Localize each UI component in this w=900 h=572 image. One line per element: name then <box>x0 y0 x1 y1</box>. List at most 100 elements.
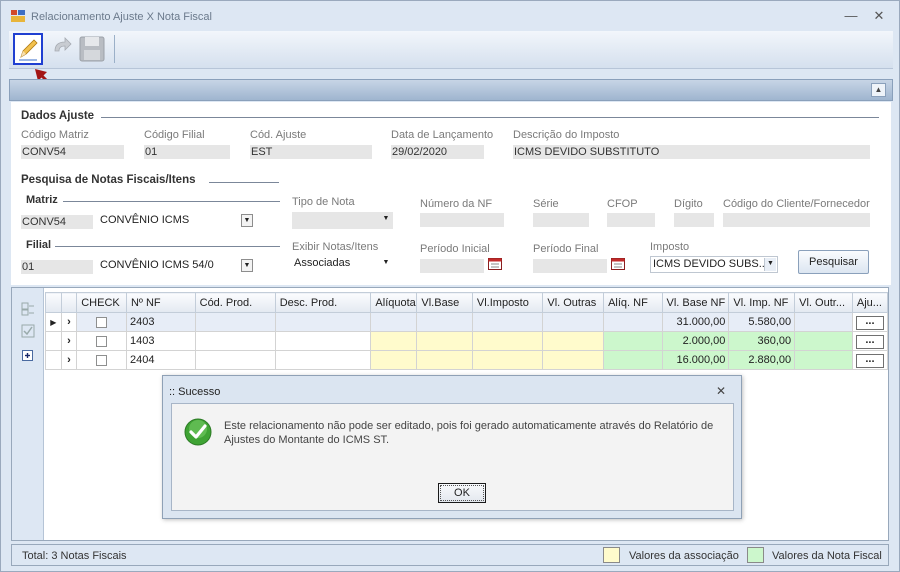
chevron-down-icon[interactable]: ▼ <box>380 257 392 270</box>
chevron-down-icon[interactable]: ▼ <box>241 259 253 272</box>
check-cell[interactable] <box>76 312 127 332</box>
status-bar: Total: 3 Notas Fiscais Valores da associ… <box>11 544 889 566</box>
row-checkbox[interactable] <box>96 335 108 347</box>
imposto-combo[interactable]: ICMS DEVIDO SUBS... ▼ <box>650 256 778 273</box>
col-aliq-nf[interactable]: Alíq. NF <box>603 292 663 313</box>
ellipsis-button[interactable]: ... <box>855 315 884 330</box>
row-checkbox[interactable] <box>96 316 108 328</box>
floppy-disk-icon <box>79 36 105 62</box>
dialog-title: :: Sucesso <box>169 386 221 398</box>
vl-outras-nf-cell <box>794 331 853 351</box>
filial-code-field[interactable]: 01 <box>21 260 93 274</box>
check-all-icon[interactable] <box>21 324 35 338</box>
vl-outras-nf-cell <box>794 350 853 370</box>
col-numero-nf[interactable]: Nº NF <box>125 292 196 313</box>
col-vl-outras[interactable]: Vl. Outras <box>542 292 605 313</box>
table-row[interactable]: › 1403 2.000,00 360,00 ... <box>45 331 889 351</box>
section-divider <box>101 117 879 118</box>
chevron-down-icon[interactable]: ▼ <box>764 258 776 271</box>
matriz-combo[interactable]: CONVÊNIO ICMS ▼ <box>98 213 254 230</box>
table-row[interactable]: ▶ › 2403 31.000,00 5.580,00 ... <box>45 312 889 332</box>
cod-prod-cell <box>194 331 276 351</box>
col-vl-imp-nf[interactable]: Vl. Imp. NF <box>728 292 796 313</box>
table-row[interactable]: › 2404 16.000,00 2.880,00 ... <box>45 350 889 370</box>
row-marker <box>45 331 62 351</box>
cfop-label: CFOP <box>607 198 638 210</box>
codigo-matriz-field: CONV54 <box>21 145 124 159</box>
serie-field[interactable] <box>533 213 589 227</box>
form-panel: Dados Ajuste Código Matriz CONV54 Código… <box>11 102 891 285</box>
numero-nf-label: Número da NF <box>420 198 493 210</box>
pesquisar-button[interactable]: Pesquisar <box>798 250 869 274</box>
edit-button[interactable] <box>13 33 43 65</box>
grid-side-toolbar <box>12 288 44 540</box>
periodo-final-field[interactable] <box>533 259 607 273</box>
filial-combo[interactable]: CONVÊNIO ICMS 54/0 ▼ <box>98 258 254 275</box>
ellipsis-button[interactable]: ... <box>855 334 884 349</box>
col-cod-prod[interactable]: Cód. Prod. <box>194 292 276 313</box>
ellipsis-button[interactable]: ... <box>855 353 884 368</box>
undo-button[interactable] <box>47 33 77 65</box>
expand-row-icon[interactable]: › <box>60 350 78 370</box>
col-check[interactable]: CHECK <box>76 292 127 313</box>
close-window-button[interactable]: ✕ <box>869 8 889 24</box>
exibir-notas-value: Associadas <box>294 257 351 269</box>
aliquota-cell <box>370 331 418 351</box>
uncheck-all-icon[interactable] <box>21 302 35 316</box>
chevron-down-icon[interactable]: ▼ <box>241 214 253 227</box>
chevron-down-icon[interactable]: ▼ <box>380 213 392 226</box>
col-ajuste[interactable]: Aju... <box>851 292 889 313</box>
check-cell[interactable] <box>76 350 127 370</box>
numero-nf-field[interactable] <box>420 213 504 227</box>
calendar-icon[interactable] <box>611 257 625 270</box>
nf-cell: 1403 <box>125 331 196 351</box>
periodo-inicial-field[interactable] <box>420 259 484 273</box>
row-checkbox[interactable] <box>96 354 108 366</box>
calendar-icon[interactable] <box>488 257 502 270</box>
save-button[interactable] <box>77 33 107 65</box>
exibir-notas-combo[interactable]: Associadas ▼ <box>292 256 393 273</box>
row-marker <box>45 350 62 370</box>
col-aliquota[interactable]: Alíquota <box>370 292 418 313</box>
tipo-nota-label: Tipo de Nota <box>292 196 355 208</box>
serie-label: Série <box>533 198 559 210</box>
cfop-field[interactable] <box>607 213 655 227</box>
vl-outras-nf-cell <box>794 312 853 332</box>
matriz-code-field[interactable]: CONV54 <box>21 215 93 229</box>
vl-base-cell <box>416 350 473 370</box>
ajuste-cell[interactable]: ... <box>851 331 889 351</box>
success-dialog: :: Sucesso ✕ Este relacionamento não pod… <box>162 375 742 519</box>
vl-outras-cell <box>542 350 605 370</box>
legend-swatch-nf <box>747 547 764 563</box>
vl-imp-nf-cell: 360,00 <box>728 331 796 351</box>
expand-row-icon[interactable]: › <box>60 312 78 332</box>
codigo-filial-field: 01 <box>144 145 230 159</box>
col-vl-base[interactable]: Vl.Base <box>416 292 473 313</box>
aliquota-cell <box>370 312 418 332</box>
dialog-close-button[interactable]: ✕ <box>716 384 726 398</box>
codigo-cliente-field[interactable] <box>723 213 870 227</box>
check-cell[interactable] <box>76 331 127 351</box>
digito-field[interactable] <box>674 213 714 227</box>
filial-label: Filial <box>26 239 52 251</box>
vl-imposto-cell <box>471 331 544 351</box>
col-vl-imposto[interactable]: Vl.Imposto <box>471 292 544 313</box>
minimize-button[interactable]: — <box>841 8 861 24</box>
legend-nf-label: Valores da Nota Fiscal <box>772 550 882 562</box>
expand-row-icon[interactable]: › <box>60 331 78 351</box>
pesquisa-title: Pesquisa de Notas Fiscais/Itens <box>21 174 196 186</box>
descricao-imposto-label: Descrição do Imposto <box>513 129 620 141</box>
ok-button[interactable]: OK <box>438 483 486 503</box>
chevron-up-icon: ▲ <box>874 85 883 94</box>
collapse-button[interactable]: ▲ <box>871 83 886 97</box>
tipo-nota-combo[interactable]: ▼ <box>292 212 393 229</box>
vl-imp-nf-cell: 2.880,00 <box>728 350 796 370</box>
col-desc-prod[interactable]: Desc. Prod. <box>274 292 372 313</box>
app-icon <box>11 10 25 22</box>
col-vl-base-nf[interactable]: Vl. Base NF <box>661 292 730 313</box>
ajuste-cell[interactable]: ... <box>851 312 889 332</box>
aliquota-cell <box>370 350 418 370</box>
ajuste-cell[interactable]: ... <box>851 350 889 370</box>
expand-all-icon[interactable] <box>21 349 35 363</box>
col-vl-outras-nf[interactable]: Vl. Outr... <box>794 292 853 313</box>
